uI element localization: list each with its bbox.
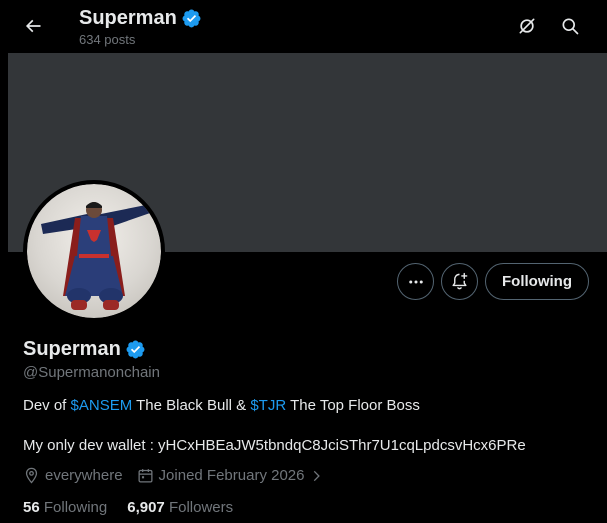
profile-handle: @Supermanonchain xyxy=(23,364,160,381)
verified-badge-icon[interactable] xyxy=(125,339,146,360)
calendar-icon xyxy=(138,469,153,483)
header-name-row: Superman xyxy=(79,6,202,30)
join-date[interactable]: Joined February 2026 xyxy=(137,467,324,484)
avatar-image xyxy=(27,184,161,318)
search-icon xyxy=(562,18,579,35)
following-label: Following xyxy=(43,499,108,516)
bio-text: The Top Floor Boss xyxy=(286,397,420,414)
following-button[interactable]: Following xyxy=(485,263,589,300)
profile-name: Superman xyxy=(23,338,121,360)
avatar[interactable] xyxy=(23,180,165,322)
bio-line-2: My only dev wallet : yHCxHBEaJW5tbndqC8J… xyxy=(23,437,526,454)
back-button[interactable] xyxy=(16,9,50,43)
following-stat-link[interactable]: 56 Following xyxy=(23,499,107,516)
follow-stats: 56 Following 6,907 Followers xyxy=(23,499,253,516)
arrow-left-icon xyxy=(25,19,41,33)
cashtag-link-ansem[interactable]: $ANSEM xyxy=(71,397,133,414)
location: everywhere xyxy=(23,467,123,484)
followers-label: Followers xyxy=(168,499,234,516)
grok-button[interactable] xyxy=(510,9,544,43)
more-button[interactable] xyxy=(397,263,434,300)
superman-figure-icon xyxy=(41,202,153,310)
location-pin-icon xyxy=(25,467,38,484)
posts-count: 634 posts xyxy=(79,32,136,47)
followers-count: 6,907 xyxy=(127,499,165,516)
grok-icon xyxy=(519,18,535,34)
cashtag-link-tjr[interactable]: $TJR xyxy=(250,397,286,414)
profile-page: Superman 634 posts Following Superman @S… xyxy=(0,0,607,523)
top-bar: Superman 634 posts xyxy=(0,0,607,53)
chevron-right-icon xyxy=(314,470,321,481)
verified-badge-icon xyxy=(182,9,201,27)
bio-line-1: Dev of $ANSEM The Black Bull & $TJR The … xyxy=(23,397,420,414)
bell-plus-icon xyxy=(452,272,468,290)
join-date-text: Joined February 2026 xyxy=(158,467,305,484)
followers-stat-link[interactable]: 6,907 Followers xyxy=(127,499,233,516)
search-button[interactable] xyxy=(553,9,587,43)
more-icon xyxy=(408,280,423,283)
following-count: 56 xyxy=(23,499,40,516)
bio-text: The Black Bull & xyxy=(132,397,251,414)
bio-text: Dev of xyxy=(23,397,71,414)
header-name: Superman xyxy=(79,7,177,29)
location-text: everywhere xyxy=(45,467,123,484)
notifications-button[interactable] xyxy=(441,263,478,300)
header-title: Superman 634 posts xyxy=(79,6,202,48)
profile-name-row: Superman xyxy=(23,337,146,361)
profile-meta: everywhere Joined February 2026 xyxy=(23,467,337,484)
